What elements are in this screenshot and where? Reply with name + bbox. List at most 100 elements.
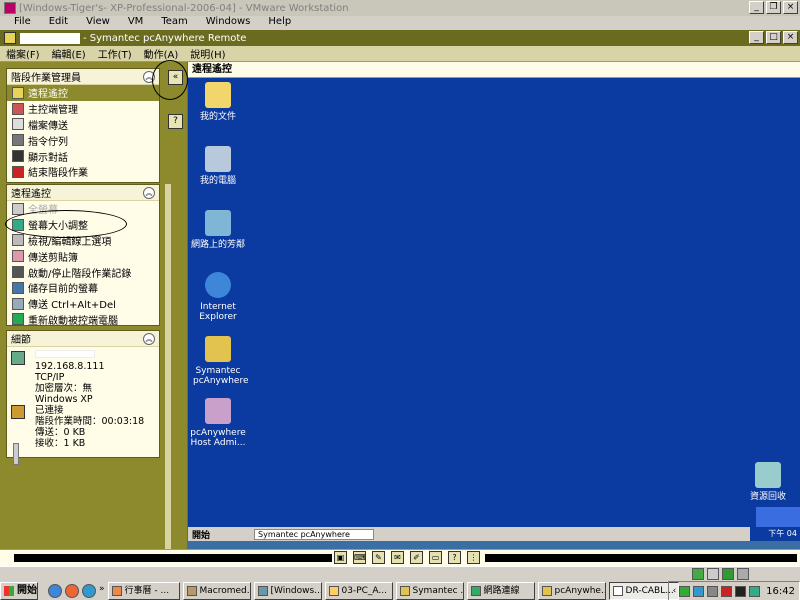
help-icon[interactable]: ? [448, 551, 461, 564]
menu-team[interactable]: Team [161, 16, 187, 30]
sidebar-item-file-transfer[interactable]: 檔案傳送 [7, 117, 159, 133]
remote-task-pcanywhere[interactable]: Symantec pcAnywhere [254, 528, 375, 540]
restore-button[interactable]: ❐ [766, 1, 781, 14]
desktop-icon-host-admin[interactable]: pcAnywhere Host Admi... [183, 398, 253, 448]
taskbar-button-symantec[interactable]: Symantec ... [395, 582, 464, 600]
sidebar-item-online-options[interactable]: 檢視/編輯線上選項 [7, 233, 159, 249]
restart-host-icon [12, 313, 24, 326]
menu-help[interactable]: Help [268, 16, 291, 30]
collapse-icon[interactable]: ︽ [143, 187, 155, 199]
sidebar-item-screen-scale[interactable]: 螢幕大小調整 [7, 217, 159, 233]
sidebar-item-chat[interactable]: 顯示對話 [7, 148, 159, 164]
vmware-icon [4, 2, 16, 14]
close-button[interactable]: × [783, 1, 798, 14]
taskbar-button-pcanywhere[interactable]: pcAnywhe... [537, 582, 606, 600]
remote-taskbar: 開始 Symantec pcAnywhere 下午 04 [188, 527, 800, 541]
remote-desktop[interactable]: 我的文件 我的電腦 網路上的芳鄰 Internet Explorer Syman… [188, 78, 800, 527]
lock-icon [11, 405, 25, 419]
pca-minimize-button[interactable]: _ [749, 31, 764, 44]
menu-file-zh[interactable]: 檔案(F) [6, 46, 40, 61]
sidebar-item-ctrl-alt-del[interactable]: 傳送 Ctrl+Alt+Del [7, 296, 159, 312]
sidebar-item-host-admin[interactable]: 主控端管理 [7, 101, 159, 117]
tray-icon[interactable] [735, 585, 747, 597]
folder-icon [328, 586, 339, 596]
annotate-icon[interactable]: ✐ [410, 551, 423, 564]
menu-task-zh[interactable]: 工作(T) [98, 46, 132, 61]
collapse-sidebar-button[interactable]: « [168, 70, 183, 85]
tray-icon[interactable] [679, 585, 691, 597]
keyboard-icon[interactable]: ⌨ [353, 551, 366, 564]
desktop-icon-network-places[interactable]: 網路上的芳鄰 [183, 210, 253, 250]
tray-icon[interactable] [707, 568, 719, 580]
command-queue-icon [12, 134, 24, 147]
more-icon[interactable]: ⋮ [467, 551, 480, 564]
sidebar-item-session-record[interactable]: 啟動/停止階段作業記錄 [7, 264, 159, 280]
tray-expand-icon[interactable]: ‹ [673, 586, 677, 596]
host-admin-icon [205, 398, 231, 424]
sidebar-item-clipboard[interactable]: 傳送剪貼簿 [7, 248, 159, 264]
menu-help-zh[interactable]: 說明(H) [190, 46, 225, 61]
menu-file[interactable]: File [14, 16, 31, 30]
desktop-icon-internet-explorer[interactable]: Internet Explorer [183, 272, 253, 322]
sidebar-item-save-screen[interactable]: 儲存目前的螢幕 [7, 280, 159, 296]
remote-start-button[interactable]: 開始 [188, 528, 214, 541]
windows-logo-icon [4, 586, 14, 596]
macromedia-icon [186, 586, 197, 596]
pca-close-button[interactable]: × [783, 31, 798, 44]
session-record-icon [12, 266, 24, 279]
online-options-icon [12, 234, 24, 247]
taskbar-button-calendar[interactable]: 行事曆 - ... [107, 582, 180, 600]
desktop-icon-recycle-bin[interactable]: 資源回收 [733, 462, 800, 502]
toolbar-spacer [14, 554, 332, 562]
session-manager-panel: 階段作業管理員 ︽ 遠程遙控 主控端管理 檔案傳送 指令佇列 顯示對話 結束階段… [6, 68, 160, 183]
sidebar-item-end-session[interactable]: 結束階段作業 [7, 164, 159, 180]
chat-icon[interactable]: ✉ [391, 551, 404, 564]
quick-launch: » [48, 584, 105, 598]
collapse-icon[interactable]: ︽ [143, 71, 155, 83]
start-button[interactable]: 開始 [0, 582, 38, 600]
app-icon[interactable] [65, 584, 79, 598]
toolbar-spacer-right [485, 554, 797, 562]
volume-icon[interactable] [749, 585, 761, 597]
menu-action-zh[interactable]: 動作(A) [144, 46, 179, 61]
taskbar-button-vmware[interactable]: [Windows... [253, 582, 322, 600]
sidebar-item-command-queue[interactable]: 指令佇列 [7, 132, 159, 148]
taskbar-button-network[interactable]: 網路連線 [466, 582, 535, 600]
menu-windows[interactable]: Windows [206, 16, 251, 30]
computer-icon [11, 351, 25, 365]
internet-explorer-icon[interactable] [48, 584, 62, 598]
quick-launch-expand-icon[interactable]: » [99, 584, 105, 598]
menu-vm[interactable]: VM [128, 16, 143, 30]
tray-icon[interactable] [693, 585, 705, 597]
menu-edit-zh[interactable]: 編輯(E) [52, 46, 86, 61]
display-icon[interactable]: ▭ [429, 551, 442, 564]
sidebar-item-full-screen[interactable]: 全螢幕 [7, 201, 159, 217]
tray-icon[interactable] [722, 568, 734, 580]
collapse-icon[interactable]: ︽ [143, 333, 155, 345]
desktop-icon-my-computer[interactable]: 我的電腦 [183, 146, 253, 186]
help-button[interactable]: ? [168, 114, 183, 129]
sidebar: 階段作業管理員 ︽ 遠程遙控 主控端管理 檔案傳送 指令佇列 顯示對話 結束階段… [0, 62, 163, 549]
screen-mode-icon[interactable]: ▣ [334, 551, 347, 564]
desktop-icon-pcanywhere[interactable]: Symantec pcAnywhere [183, 336, 253, 386]
tools-icon[interactable]: ✎ [372, 551, 385, 564]
menu-edit[interactable]: Edit [49, 16, 68, 30]
sidebar-item-remote-control[interactable]: 遠程遙控 [7, 85, 159, 101]
taskbar-button-macromedia[interactable]: Macromed... [182, 582, 251, 600]
sidebar-item-restart-host[interactable]: 重新啟動被控端電腦 [7, 312, 159, 328]
minimize-button[interactable]: _ [749, 1, 764, 14]
scrollbar[interactable] [165, 184, 171, 549]
desktop-icon-my-documents[interactable]: 我的文件 [183, 82, 253, 122]
taskbar-button-folder[interactable]: 03-PC_A... [324, 582, 393, 600]
end-session-icon [12, 165, 24, 178]
tray-icon[interactable] [737, 568, 749, 580]
app-icon[interactable] [82, 584, 96, 598]
tray-icon[interactable] [707, 585, 719, 597]
host-taskbar: 開始 » 行事曆 - ... Macromed... [Windows... 0… [0, 566, 800, 600]
menu-view[interactable]: View [86, 16, 110, 30]
tray-icon[interactable] [692, 568, 704, 580]
pca-maximize-button[interactable]: □ [766, 31, 781, 44]
calendar-icon [111, 586, 122, 596]
vmware-title-text: [Windows-Tiger's- XP-Professional-2006-0… [19, 2, 349, 14]
antivirus-icon[interactable] [721, 585, 733, 597]
